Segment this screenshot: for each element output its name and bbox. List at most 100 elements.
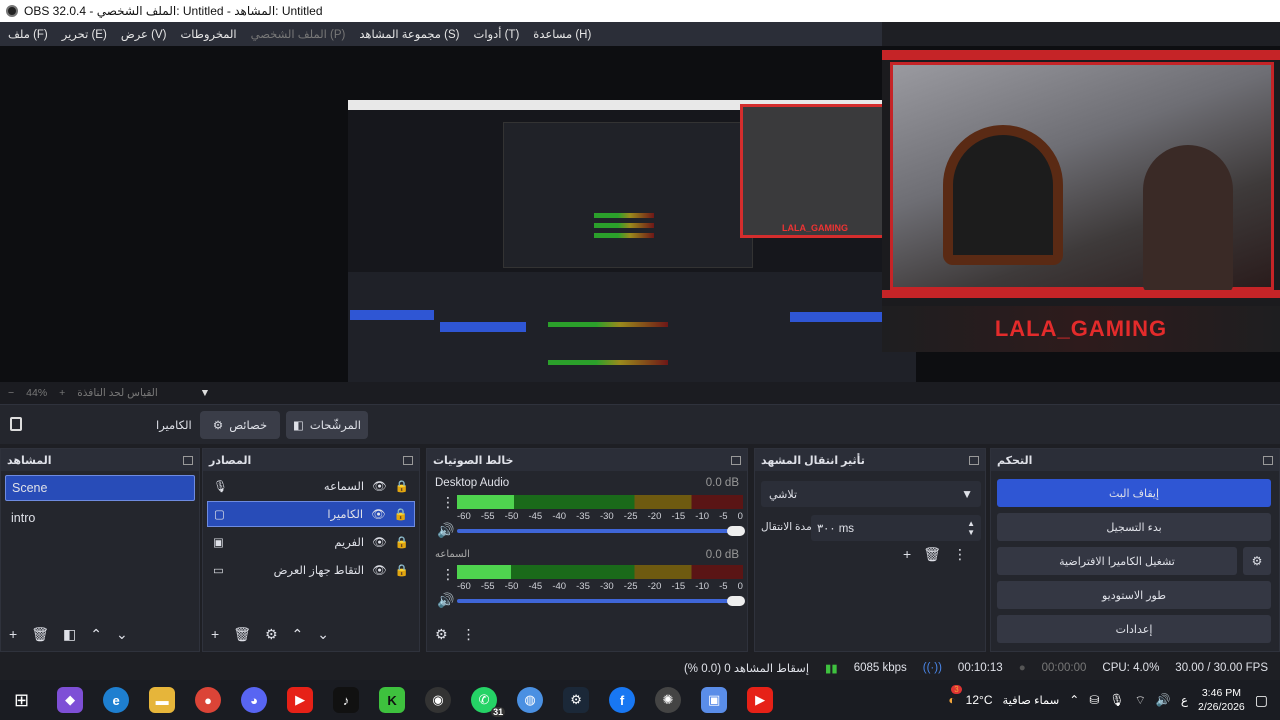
speaker-icon[interactable]: 🔊 (437, 523, 454, 537)
camera-icon: ▢ (214, 509, 225, 521)
edge-icon[interactable]: e (103, 687, 130, 713)
zoom-dropdown-icon[interactable]: ▼ (200, 387, 210, 399)
popout-icon[interactable] (969, 455, 979, 465)
trash-icon[interactable]: 🗑 (31, 627, 49, 641)
tray-overflow-icon[interactable]: ⌃ (1069, 693, 1079, 707)
lock-icon[interactable]: 🔒 (394, 507, 408, 521)
volume-slider[interactable] (457, 529, 743, 533)
copilot-icon[interactable]: ◆ (57, 687, 84, 713)
notification-icon[interactable]: ▢ (1255, 692, 1268, 709)
menu-tools[interactable]: أدوات (T) (474, 27, 520, 41)
move-up-icon[interactable]: ⌃ (90, 627, 102, 641)
menu-view[interactable]: عرض (V) (121, 27, 167, 41)
facebook-icon[interactable]: f (609, 687, 636, 713)
settings-button[interactable]: إعدادات (997, 615, 1271, 643)
whatsapp-icon[interactable]: ✆ 31 (471, 687, 506, 717)
eye-icon[interactable]: 👁 (372, 535, 387, 549)
move-up-icon[interactable]: ⌃ (292, 627, 304, 641)
app-icon[interactable]: ▣ (701, 687, 728, 713)
volume-icon[interactable]: 🔊 (1156, 693, 1171, 707)
popout-icon[interactable] (1263, 455, 1273, 465)
filter-icon[interactable]: ◧ (63, 627, 76, 641)
weather-icon[interactable]: ◐ 3 (948, 685, 962, 707)
zoom-out-button[interactable]: − (8, 387, 14, 399)
youtube-icon[interactable]: ▶ (747, 687, 774, 713)
app-icon[interactable]: ◍ (517, 687, 544, 713)
advanced-audio-icon[interactable]: ⚙ (435, 627, 448, 641)
popout-icon[interactable] (403, 455, 413, 465)
kebab-menu-icon[interactable]: ⋮ (953, 547, 967, 561)
menu-help[interactable]: مساعدة (H) (533, 27, 591, 41)
add-icon[interactable]: + (9, 627, 17, 641)
meter-tick-label: -10 (695, 511, 710, 522)
meter-tick-label: -40 (552, 581, 567, 592)
youtube-icon[interactable]: ▶ (287, 687, 314, 713)
volume-slider-knob[interactable] (727, 596, 745, 606)
virtual-camera-settings-button[interactable]: ⚙ (1243, 547, 1271, 575)
file-explorer-icon[interactable]: ▬ (149, 687, 176, 713)
menu-scene-collection[interactable]: مجموعة المشاهد (S) (359, 27, 459, 41)
image-icon: ▣ (213, 537, 224, 549)
menu-edit[interactable]: تحرير (E) (62, 27, 107, 41)
properties-button[interactable]: ⚙ خصائص (200, 411, 280, 439)
eye-icon[interactable]: 👁 (372, 479, 387, 493)
preview-canvas[interactable]: LALA_GAMING (348, 100, 916, 424)
menu-profile[interactable]: الملف الشخصي (P) (251, 27, 346, 41)
menu-file[interactable]: ملف (F) (8, 27, 48, 41)
language-indicator[interactable]: ع (1181, 693, 1188, 707)
volume-slider[interactable] (457, 599, 743, 603)
gear-icon[interactable]: ⚙ (265, 627, 278, 641)
kebab-menu-icon[interactable]: ⋮ (441, 495, 455, 509)
tiktok-icon[interactable]: ♪ (333, 687, 360, 713)
add-icon[interactable]: + (903, 547, 911, 561)
source-item[interactable]: ▣ الفريم 👁 🔒 (207, 529, 415, 555)
lock-icon[interactable]: 🔒 (395, 535, 409, 549)
webcam-video (890, 62, 1274, 293)
move-down-icon[interactable]: ⌄ (317, 627, 329, 641)
steam-icon[interactable]: ⚙ (563, 687, 590, 713)
eye-icon[interactable]: 👁 (371, 507, 386, 521)
microphone-icon[interactable]: 🎙 (1109, 693, 1124, 707)
stepper-icon[interactable]: ▲ ▼ (967, 519, 975, 537)
speaker-icon[interactable]: 🔊 (437, 593, 454, 607)
chatgpt-icon[interactable]: ✺ (655, 687, 682, 713)
windows-start-icon[interactable]: ⊞ (14, 690, 29, 711)
eye-icon[interactable]: 👁 (372, 563, 387, 577)
popout-icon[interactable] (183, 455, 193, 465)
obs-icon[interactable]: ◉ (425, 687, 452, 713)
scene-item[interactable]: intro (5, 505, 195, 531)
kick-icon[interactable]: K (379, 687, 406, 713)
network-icon[interactable]: ⛁ (1089, 693, 1099, 707)
lock-icon[interactable]: 🔒 (395, 563, 409, 577)
studio-mode-button[interactable]: طور الاستوديو (997, 581, 1271, 609)
trash-icon[interactable]: 🗑 (233, 627, 251, 641)
clock[interactable]: 3:46 PM 2/26/2026 (1198, 686, 1245, 714)
source-item[interactable]: ▭ التقاط جهاز العرض 👁 🔒 (207, 557, 415, 583)
add-icon[interactable]: + (211, 627, 219, 641)
stop-streaming-button[interactable]: إيقاف البث (997, 479, 1271, 507)
zoom-fit-label[interactable]: القياس لحد النافذة (77, 387, 157, 399)
zoom-in-button[interactable]: + (59, 387, 65, 399)
virtual-camera-button[interactable]: تشغيل الكاميرا الافتراضية (997, 547, 1237, 575)
discord-icon[interactable]: ◕ (241, 687, 268, 713)
transition-type-select[interactable]: تلاشي ▼ (761, 481, 981, 507)
filters-button[interactable]: ◧ المرشّحات (286, 411, 368, 439)
wifi-icon[interactable]: ⌔ (1135, 693, 1146, 708)
stream-icon: ((·)) (922, 662, 942, 674)
start-recording-button[interactable]: بدء التسجيل (997, 513, 1271, 541)
source-item[interactable]: 🎙 السماعه 👁 🔒 (207, 473, 415, 499)
menu-docks[interactable]: المخروطات (180, 27, 236, 41)
source-item[interactable]: ▢ الكاميرا 👁 🔒 (207, 501, 415, 527)
kebab-menu-icon[interactable]: ⋮ (441, 567, 455, 581)
scene-item[interactable]: Scene (5, 475, 195, 501)
duration-input[interactable]: ٣٠٠ ms ▲ ▼ (811, 515, 981, 541)
trash-icon[interactable]: 🗑 (923, 547, 941, 561)
preview-area[interactable]: LALA_GAMING LALA_GAMING (0, 46, 1280, 424)
kebab-menu-icon[interactable]: ⋮ (462, 627, 476, 641)
chrome-icon[interactable]: ● (195, 687, 222, 713)
popout-icon[interactable] (731, 455, 741, 465)
meter-tick-label: -20 (647, 511, 662, 522)
volume-slider-knob[interactable] (727, 526, 745, 536)
lock-icon[interactable]: 🔒 (395, 479, 409, 493)
move-down-icon[interactable]: ⌄ (116, 627, 128, 641)
